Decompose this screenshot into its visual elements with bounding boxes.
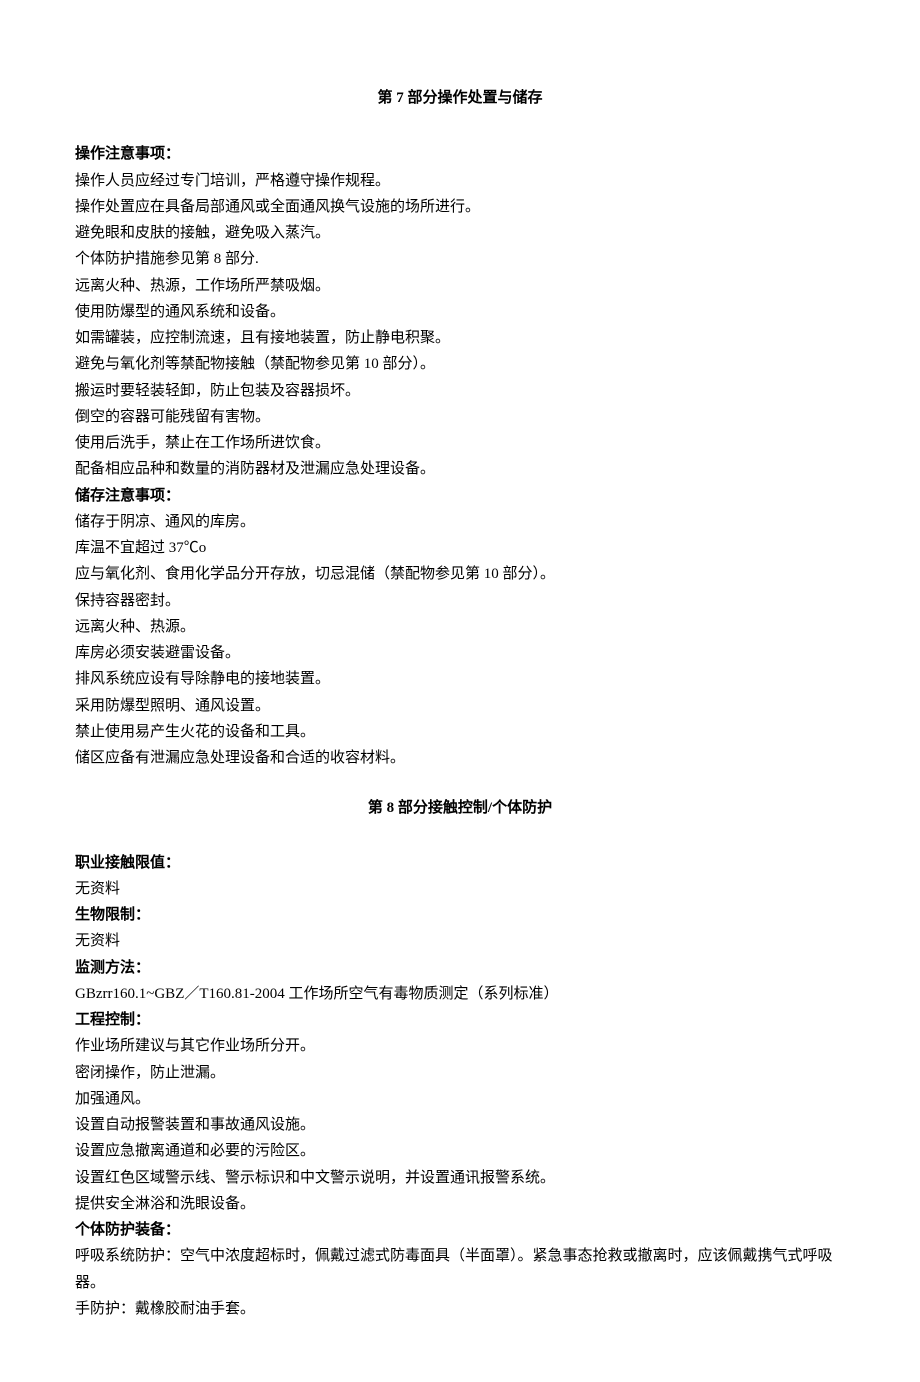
- occupational-heading: 职业接触限值：: [75, 850, 845, 876]
- operation-line: 避免眼和皮肤的接触，避免吸入蒸汽。: [75, 220, 845, 246]
- storage-line: 远离火种、热源。: [75, 614, 845, 640]
- engineering-line: 加强通风。: [75, 1086, 845, 1112]
- section-8-title: 第 8 部分接触控制/个体防护: [75, 795, 845, 821]
- monitoring-heading: 监测方法：: [75, 955, 845, 981]
- ppe: 个体防护装备： 呼吸系统防护：空气中浓度超标时，佩戴过滤式防毒面具（半面罩）。紧…: [75, 1217, 845, 1322]
- occupational-exposure: 职业接触限值： 无资料: [75, 850, 845, 903]
- operation-line: 操作人员应经过专门培训，严格遵守操作规程。: [75, 168, 845, 194]
- operation-heading: 操作注意事项：: [75, 141, 845, 167]
- storage-line: 库房必须安装避雷设备。: [75, 640, 845, 666]
- operation-precautions: 操作注意事项： 操作人员应经过专门培训，严格遵守操作规程。 操作处置应在具备局部…: [75, 141, 845, 482]
- biological-heading: 生物限制：: [75, 902, 845, 928]
- operation-line: 远离火种、热源，工作场所严禁吸烟。: [75, 273, 845, 299]
- storage-line: 库温不宜超过 37℃o: [75, 535, 845, 561]
- engineering-line: 作业场所建议与其它作业场所分开。: [75, 1033, 845, 1059]
- operation-line: 使用后洗手，禁止在工作场所进饮食。: [75, 430, 845, 456]
- operation-line: 操作处置应在具备局部通风或全面通风换气设施的场所进行。: [75, 194, 845, 220]
- storage-line: 储区应备有泄漏应急处理设备和合适的收容材料。: [75, 745, 845, 771]
- section-7: 第 7 部分操作处置与储存 操作注意事项： 操作人员应经过专门培训，严格遵守操作…: [75, 85, 845, 771]
- operation-line: 如需罐装，应控制流速，且有接地装置，防止静电积聚。: [75, 325, 845, 351]
- engineering-heading: 工程控制：: [75, 1007, 845, 1033]
- engineering-line: 设置应急撤离通道和必要的污险区。: [75, 1138, 845, 1164]
- engineering-line: 设置自动报警装置和事故通风设施。: [75, 1112, 845, 1138]
- occupational-line: 无资料: [75, 876, 845, 902]
- section-8: 第 8 部分接触控制/个体防护 职业接触限值： 无资料 生物限制： 无资料 监测…: [75, 795, 845, 1322]
- engineering-line: 密闭操作，防止泄漏。: [75, 1060, 845, 1086]
- storage-precautions: 储存注意事项： 储存于阴凉、通风的库房。 库温不宜超过 37℃o 应与氧化剂、食…: [75, 483, 845, 772]
- section-7-title: 第 7 部分操作处置与储存: [75, 85, 845, 111]
- operation-line: 倒空的容器可能残留有害物。: [75, 404, 845, 430]
- ppe-line: 手防护：戴橡胶耐油手套。: [75, 1296, 845, 1322]
- storage-line: 禁止使用易产生火花的设备和工具。: [75, 719, 845, 745]
- operation-line: 搬运时要轻装轻卸，防止包装及容器损坏。: [75, 378, 845, 404]
- operation-line: 使用防爆型的通风系统和设备。: [75, 299, 845, 325]
- operation-line: 配备相应品种和数量的消防器材及泄漏应急处理设备。: [75, 456, 845, 482]
- storage-line: 应与氧化剂、食用化学品分开存放，切忌混储（禁配物参见第 10 部分）。: [75, 561, 845, 587]
- operation-line: 个体防护措施参见第 8 部分.: [75, 246, 845, 272]
- storage-line: 保持容器密封。: [75, 588, 845, 614]
- engineering-line: 设置红色区域警示线、警示标识和中文警示说明，并设置通讯报警系统。: [75, 1165, 845, 1191]
- storage-line: 储存于阴凉、通风的库房。: [75, 509, 845, 535]
- storage-line: 排风系统应设有导除静电的接地装置。: [75, 666, 845, 692]
- operation-line: 避免与氧化剂等禁配物接触（禁配物参见第 10 部分）。: [75, 351, 845, 377]
- monitoring-method: 监测方法： GBzrr160.1~GBZ／T160.81-2004 工作场所空气…: [75, 955, 845, 1008]
- biological-line: 无资料: [75, 928, 845, 954]
- biological-limit: 生物限制： 无资料: [75, 902, 845, 955]
- engineering-control: 工程控制： 作业场所建议与其它作业场所分开。 密闭操作，防止泄漏。 加强通风。 …: [75, 1007, 845, 1217]
- storage-line: 采用防爆型照明、通风设置。: [75, 693, 845, 719]
- engineering-line: 提供安全淋浴和洗眼设备。: [75, 1191, 845, 1217]
- storage-heading: 储存注意事项：: [75, 483, 845, 509]
- ppe-heading: 个体防护装备：: [75, 1217, 845, 1243]
- monitoring-line: GBzrr160.1~GBZ／T160.81-2004 工作场所空气有毒物质测定…: [75, 981, 845, 1007]
- ppe-line: 呼吸系统防护：空气中浓度超标时，佩戴过滤式防毒面具（半面罩）。紧急事态抢救或撤离…: [75, 1243, 845, 1296]
